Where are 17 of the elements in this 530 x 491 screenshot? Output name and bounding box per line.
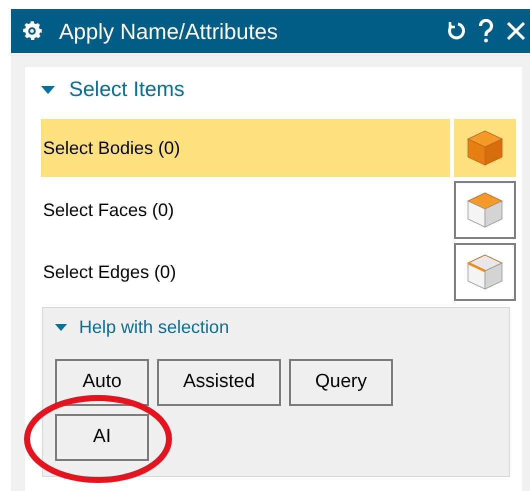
help-button[interactable]: Query	[289, 359, 393, 406]
help-button[interactable]: AI	[55, 414, 149, 461]
selection-row[interactable]: Select Bodies (0)	[41, 119, 450, 177]
section-header[interactable]: Select Items	[41, 75, 185, 105]
caret-icon	[41, 85, 55, 95]
help-button[interactable]: Assisted	[157, 359, 281, 406]
selection-filter-button[interactable]	[454, 243, 516, 301]
close-icon[interactable]	[506, 21, 526, 41]
selection-filter-button[interactable]	[454, 119, 516, 177]
caret-icon	[55, 324, 67, 332]
cube-edge-icon	[465, 252, 505, 292]
solid-cube-icon	[465, 128, 505, 168]
help-section-header[interactable]: Help with selection	[55, 314, 230, 341]
help-icon[interactable]	[478, 19, 494, 43]
selection-filter-button[interactable]	[454, 181, 516, 239]
window-title: Apply Name/Attributes	[59, 18, 278, 46]
cube-face-icon	[465, 190, 505, 230]
